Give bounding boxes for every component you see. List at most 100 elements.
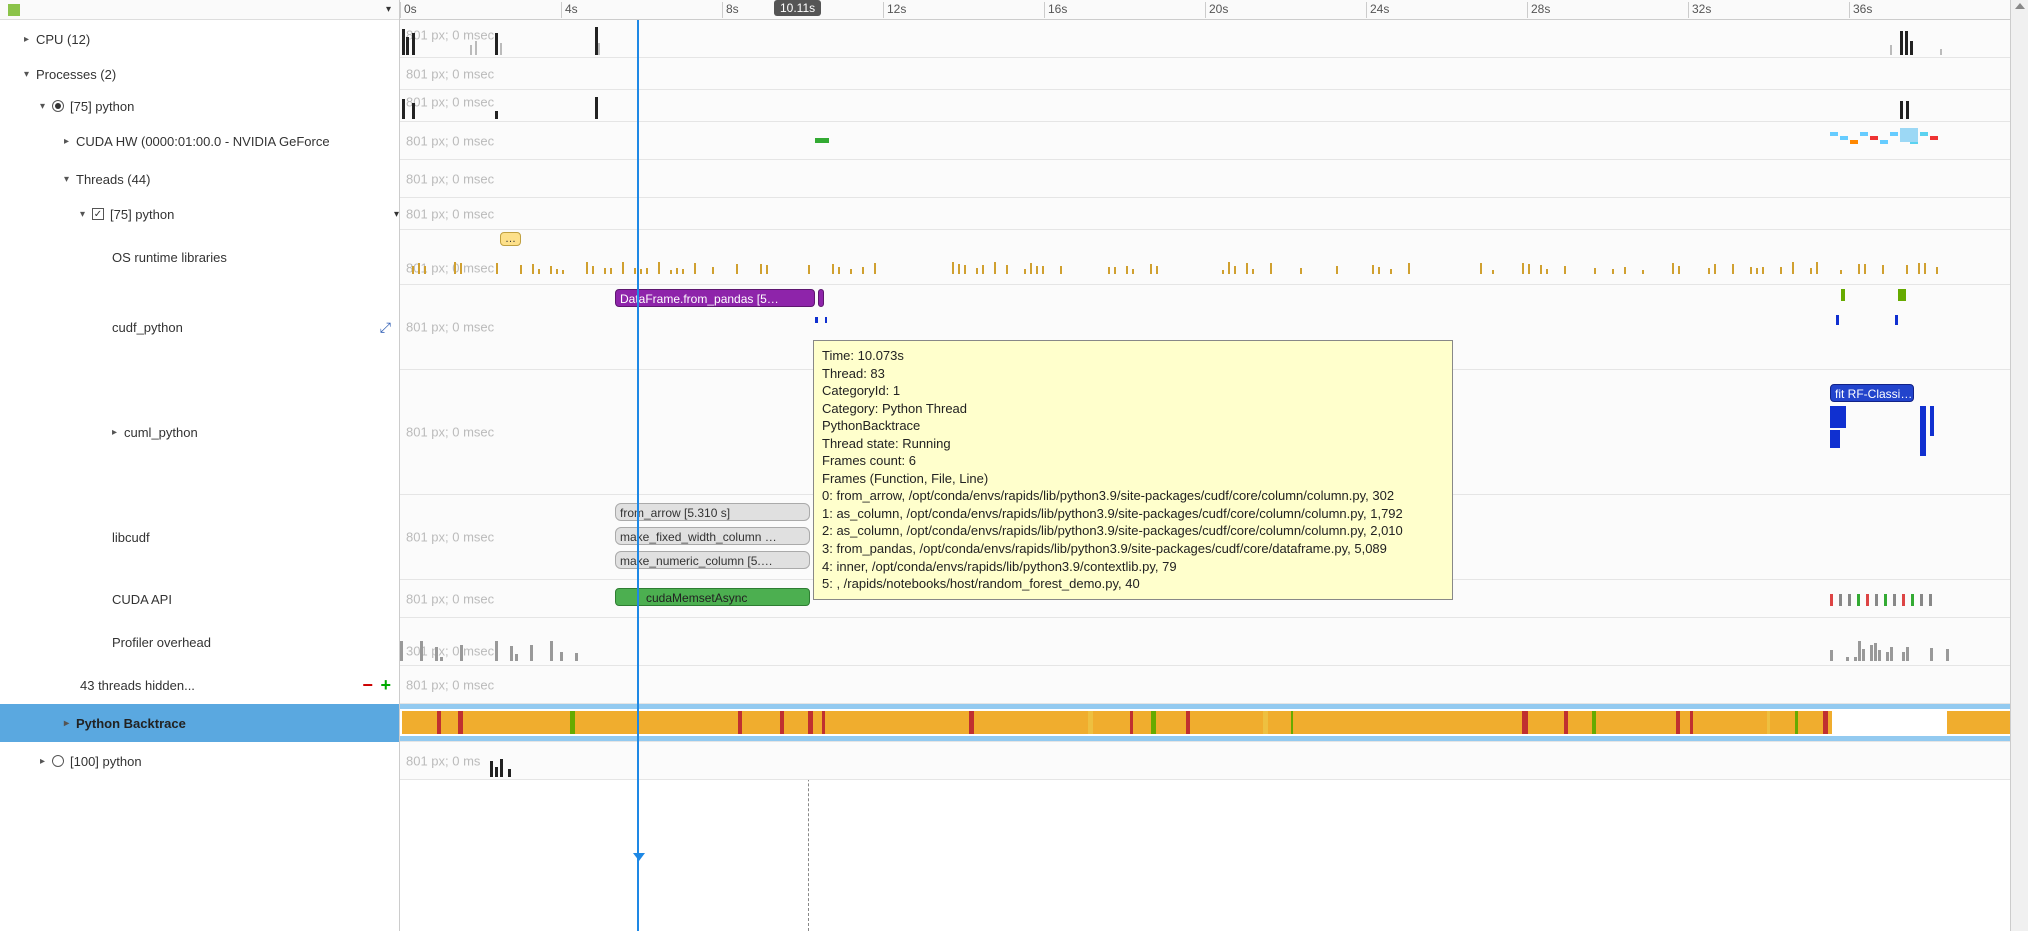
sidebar-header[interactable]: ▾ <box>0 0 399 20</box>
track-os-runtime[interactable]: 801 px; 0 msec … <box>400 230 2028 285</box>
event-cuda-memset[interactable]: cudaMemsetAsync <box>615 588 810 606</box>
tooltip-frame: 5: , /rapids/notebooks/host/random_fores… <box>822 575 1444 593</box>
event-marker <box>1898 289 1906 301</box>
selection-highlight <box>400 736 2028 741</box>
vertical-scrollbar[interactable] <box>2010 0 2028 931</box>
tree-proc75[interactable]: ▾ [75] python <box>0 90 399 122</box>
event-marker <box>1895 315 1898 325</box>
track-hidden-threads[interactable]: 801 px; 0 msec <box>400 666 2028 704</box>
event-marker <box>1930 406 1934 436</box>
tree-os-runtime[interactable]: OS runtime libraries <box>0 230 399 285</box>
tree-label: CUDA HW (0000:01:00.0 - NVIDIA GeForce <box>76 134 399 149</box>
track-proc75[interactable]: 801 px; 0 msec <box>400 90 2028 122</box>
ruler-tick: 24s <box>1366 2 1389 18</box>
tooltip-frame: 4: inner, /opt/conda/envs/rapids/lib/pyt… <box>822 558 1444 576</box>
tooltip-line: Category: Python Thread <box>822 400 1444 418</box>
track-placeholder: 801 px; 0 msec <box>406 171 494 186</box>
track-cuda-hw[interactable]: 801 px; 0 msec <box>400 122 2028 160</box>
tree-label: CUDA API <box>112 592 399 607</box>
tree-python-backtrace[interactable]: ▸ Python Backtrace <box>0 704 399 742</box>
scroll-up-icon[interactable] <box>2015 3 2025 9</box>
tooltip-frame: 1: as_column, /opt/conda/envs/rapids/lib… <box>822 505 1444 523</box>
tree-profiler-overhead[interactable]: Profiler overhead <box>0 618 399 666</box>
tree-label: [75] python <box>70 99 399 114</box>
tree-cuda-hw[interactable]: ▸ CUDA HW (0000:01:00.0 - NVIDIA GeForce <box>0 122 399 160</box>
ruler-tick: 4s <box>561 2 578 18</box>
event-marker <box>1920 406 1926 456</box>
event-marker <box>1830 430 1840 448</box>
caret-right-icon: ▸ <box>24 34 36 45</box>
radio-unselected-icon[interactable] <box>52 755 64 767</box>
track-cpu[interactable]: 801 px; 0 msec <box>400 20 2028 58</box>
track-placeholder: 801 px; 0 msec <box>406 425 494 440</box>
tree-cudf-python[interactable]: cudf_python ⤢ <box>0 285 399 370</box>
tree-cpu[interactable]: ▸ CPU (12) <box>0 20 399 58</box>
event-dataframe-from-pandas[interactable]: DataFrame.from_pandas [5… <box>615 289 815 307</box>
tree-hidden-threads[interactable]: 43 threads hidden... − + <box>0 666 399 704</box>
sidebar-tree: ▾ ▸ CPU (12) ▾ Processes (2) ▾ [75] pyth… <box>0 0 400 931</box>
tooltip-line: Thread: 83 <box>822 365 1444 383</box>
caret-right-icon: ▸ <box>64 136 76 147</box>
caret-down-icon: ▾ <box>40 101 52 112</box>
tree-processes[interactable]: ▾ Processes (2) <box>0 58 399 90</box>
ruler-tick: 0s <box>400 2 417 18</box>
tooltip-line: CategoryId: 1 <box>822 382 1444 400</box>
event-marker <box>1841 289 1845 301</box>
checkbox-checked-icon[interactable]: ✓ <box>92 208 104 220</box>
ruler-tick: 20s <box>1205 2 1228 18</box>
tooltip-frame: 0: from_arrow, /opt/conda/envs/rapids/li… <box>822 487 1444 505</box>
time-cursor-bubble: 10.11s <box>774 0 821 16</box>
tree-proc100[interactable]: ▸ [100] python <box>0 742 399 780</box>
tree-cuml-python[interactable]: ▸ cuml_python <box>0 370 399 495</box>
minus-icon[interactable]: − <box>362 675 373 695</box>
caret-down-icon: ▾ <box>24 69 36 80</box>
track-profiler-overhead[interactable]: 301 px; 0 msec <box>400 618 2028 666</box>
tree-thread75[interactable]: ▾ ✓ [75] python ▾ <box>0 198 399 230</box>
timeline-ruler[interactable]: 0s4s8s12s16s20s24s28s32s36s <box>400 0 2028 20</box>
event-from-arrow[interactable]: from_arrow [5.310 s] <box>615 503 810 521</box>
track-thread75[interactable]: 801 px; 0 msec <box>400 198 2028 230</box>
ruler-tick: 32s <box>1688 2 1711 18</box>
tree-label: CPU (12) <box>36 32 399 47</box>
event-marker <box>825 317 827 323</box>
tree-label: Python Backtrace <box>76 716 399 731</box>
tree-label: OS runtime libraries <box>112 250 399 265</box>
track-placeholder: 801 px; 0 msec <box>406 677 494 692</box>
tree-label: Threads (44) <box>76 172 399 187</box>
tooltip-line: Thread state: Running <box>822 435 1444 453</box>
track-placeholder: 801 px; 0 msec <box>406 206 494 221</box>
tree-label: Processes (2) <box>36 67 399 82</box>
chevron-down-icon[interactable]: ▾ <box>386 4 391 15</box>
expand-icon[interactable]: ⤢ <box>380 319 391 336</box>
caret-down-icon: ▾ <box>80 209 92 220</box>
ruler-tick: 36s <box>1849 2 1872 18</box>
event-make-fixed-width[interactable]: make_fixed_width_column … <box>615 527 810 545</box>
track-placeholder: 801 px; 0 ms <box>406 753 480 768</box>
tree-label: cudf_python <box>112 320 399 335</box>
tree-libcudf[interactable]: libcudf <box>0 495 399 580</box>
track-placeholder: 801 px; 0 msec <box>406 133 494 148</box>
tooltip-frame: 2: as_column, /opt/conda/envs/rapids/lib… <box>822 522 1444 540</box>
event-fit-rf[interactable]: fit RF-Classi… <box>1830 384 1914 402</box>
tree-label: libcudf <box>112 530 399 545</box>
chevron-down-icon[interactable]: ▾ <box>394 209 399 220</box>
timeline-area[interactable]: 0s4s8s12s16s20s24s28s32s36s 10.11s 801 p… <box>400 0 2028 931</box>
track-placeholder: 801 px; 0 msec <box>406 320 494 335</box>
event-collapsed-icon[interactable]: … <box>500 232 521 246</box>
tooltip-line: PythonBacktrace <box>822 417 1444 435</box>
tooltip-line: Frames (Function, File, Line) <box>822 470 1444 488</box>
radio-selected-icon[interactable] <box>52 100 64 112</box>
track-python-backtrace[interactable] <box>400 704 2028 742</box>
selection-highlight <box>400 704 2028 709</box>
caret-right-icon: ▸ <box>64 718 76 729</box>
event-marker <box>815 317 818 323</box>
track-processes[interactable]: 801 px; 0 msec <box>400 58 2028 90</box>
tree-label: [75] python <box>110 207 388 222</box>
tree-cuda-api[interactable]: CUDA API <box>0 580 399 618</box>
event-make-numeric[interactable]: make_numeric_column [5.… <box>615 551 810 569</box>
track-proc100[interactable]: 801 px; 0 ms <box>400 742 2028 780</box>
track-placeholder: 801 px; 0 msec <box>406 66 494 81</box>
track-threads[interactable]: 801 px; 0 msec <box>400 160 2028 198</box>
tree-threads[interactable]: ▾ Threads (44) <box>0 160 399 198</box>
plus-icon[interactable]: + <box>380 675 391 695</box>
